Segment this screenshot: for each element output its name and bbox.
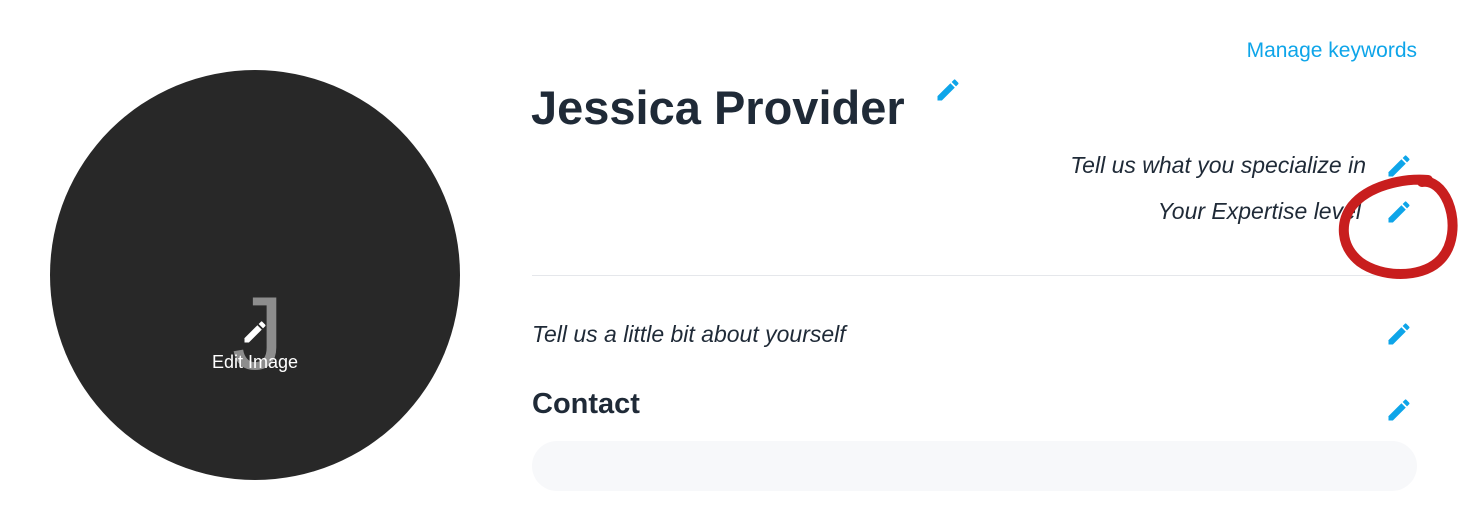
about-field: Tell us a little bit about yourself	[532, 321, 846, 347]
contact-heading: Contact	[532, 388, 640, 420]
profile-page: J Edit Image Manage keywords Jessica Pro…	[0, 0, 1461, 532]
avatar[interactable]: J Edit Image	[50, 70, 460, 480]
red-circle-annotation	[1338, 174, 1458, 279]
pencil-icon	[241, 318, 269, 346]
edit-specialize-pencil-icon[interactable]	[1385, 152, 1413, 180]
edit-name-pencil-icon[interactable]	[934, 76, 962, 104]
edit-image-button[interactable]: Edit Image	[50, 318, 460, 372]
edit-about-pencil-icon[interactable]	[1385, 320, 1413, 348]
section-divider	[532, 275, 1417, 276]
edit-contact-pencil-icon[interactable]	[1385, 396, 1413, 424]
profile-name: Jessica Provider	[531, 81, 905, 134]
contact-info-box	[532, 441, 1417, 491]
edit-image-label: Edit Image	[211, 352, 299, 372]
expertise-field: Your Expertise level	[1157, 198, 1361, 224]
manage-keywords-link[interactable]: Manage keywords	[1247, 38, 1417, 64]
edit-expertise-pencil-icon[interactable]	[1385, 198, 1413, 226]
specialize-field: Tell us what you specialize in	[1070, 152, 1366, 178]
